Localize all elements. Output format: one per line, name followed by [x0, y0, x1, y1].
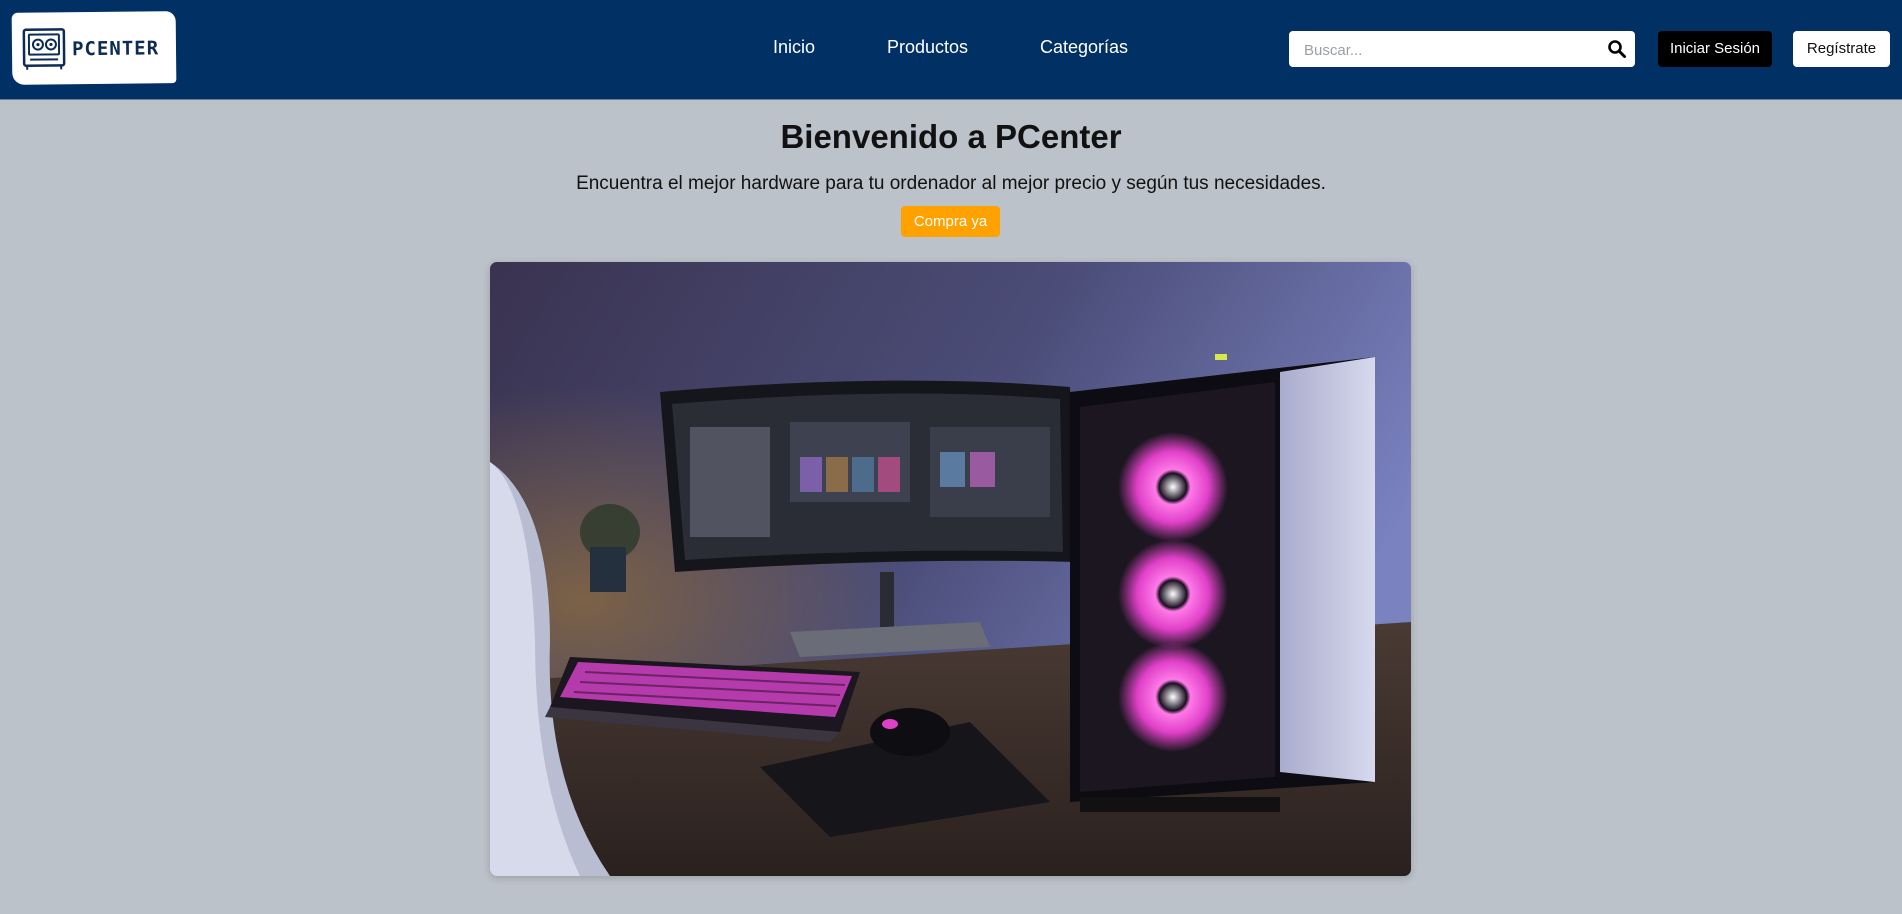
nav-link-inicio[interactable]: Inicio — [773, 37, 815, 58]
top-navbar: PCENTER Inicio Productos Categorías Inic… — [0, 0, 1902, 100]
search-input[interactable] — [1302, 37, 1596, 63]
nav-link-categorias[interactable]: Categorías — [1040, 37, 1128, 58]
hero-title: Bienvenido a PCenter — [780, 118, 1122, 155]
search-icon[interactable] — [1607, 39, 1627, 59]
gaming-setup-illustration — [490, 262, 1411, 876]
hero-subtitle: Encuentra el mejor hardware para tu orde… — [576, 173, 1326, 194]
pc-case-icon — [22, 28, 66, 70]
hero-image — [490, 262, 1411, 876]
search-box — [1289, 31, 1635, 67]
site-logo[interactable]: PCENTER — [11, 11, 177, 85]
logo-text: PCENTER — [71, 37, 160, 61]
buy-now-button[interactable]: Compra ya — [901, 206, 1000, 237]
register-button[interactable]: Regístrate — [1793, 31, 1890, 67]
nav-link-productos[interactable]: Productos — [887, 37, 968, 58]
login-button[interactable]: Iniciar Sesión — [1658, 31, 1772, 67]
